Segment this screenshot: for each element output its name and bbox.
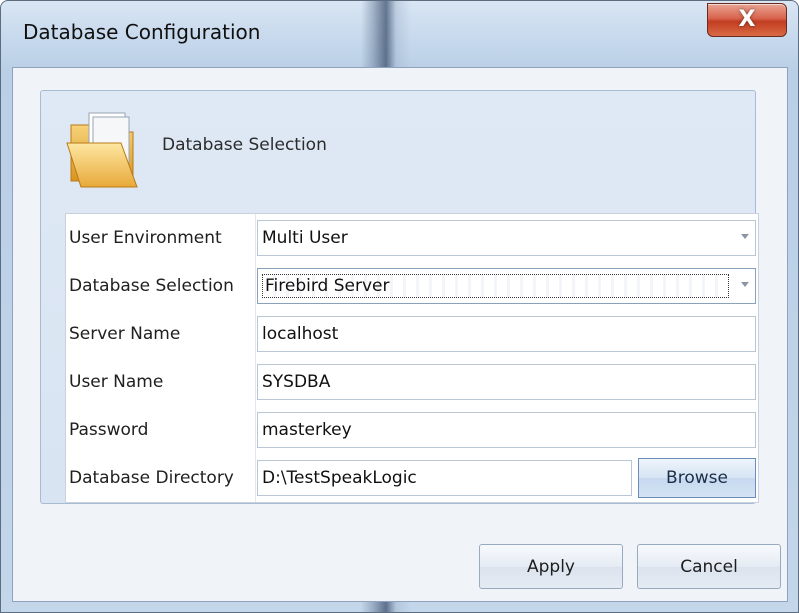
server-name-field[interactable]: localhost [257, 316, 756, 352]
form-row-database-directory: Database Directory D:\TestSpeakLogic Bro… [66, 454, 758, 502]
browse-button[interactable]: Browse [638, 458, 756, 498]
field-label: User Name [66, 358, 256, 406]
form-row-user-environment: User Environment Multi User [66, 214, 758, 262]
apply-button[interactable]: Apply [479, 544, 623, 589]
folder-icon [66, 112, 138, 188]
user-name-field[interactable]: SYSDBA [257, 364, 756, 400]
user-environment-dropdown[interactable]: Multi User [257, 220, 756, 256]
dropdown-value: Firebird Server [262, 274, 729, 298]
form-row-user-name: User Name SYSDBA [66, 358, 758, 406]
title-bar[interactable]: Database Configuration X [1, 1, 799, 67]
password-field[interactable]: masterkey [257, 412, 756, 448]
form-row-password: Password masterkey [66, 406, 758, 454]
settings-form: User Environment Multi User Database Sel… [65, 213, 759, 503]
database-selection-panel: Database Selection User Environment Mult… [40, 90, 759, 504]
window-title: Database Configuration [23, 20, 261, 44]
field-label: User Environment [66, 214, 256, 262]
dialog-client-area: Database Selection User Environment Mult… [12, 67, 788, 602]
chevron-down-icon[interactable] [741, 234, 749, 239]
form-row-database-selection: Database Selection Firebird Server [66, 262, 758, 310]
cancel-button[interactable]: Cancel [637, 544, 781, 589]
database-directory-field[interactable]: D:\TestSpeakLogic [257, 460, 632, 496]
dropdown-value: Multi User [262, 228, 348, 248]
field-label: Server Name [66, 310, 256, 358]
database-selection-dropdown[interactable]: Firebird Server [257, 268, 756, 304]
form-row-server-name: Server Name localhost [66, 310, 758, 358]
field-label: Database Selection [66, 262, 256, 310]
close-button[interactable]: X [707, 3, 787, 37]
panel-header-title: Database Selection [162, 135, 327, 155]
dialog-window: Database Configuration X Database Select… [0, 0, 799, 613]
field-label: Database Directory [66, 454, 256, 502]
chevron-down-icon[interactable] [741, 282, 749, 287]
field-label: Password [66, 406, 256, 454]
close-icon: X [738, 7, 756, 32]
